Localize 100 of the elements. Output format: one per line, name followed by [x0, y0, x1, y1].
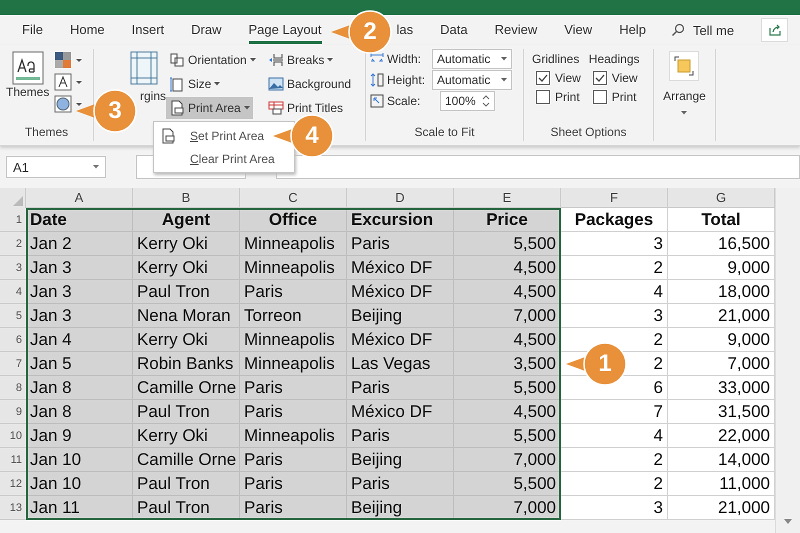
table-cell: 4,500: [454, 400, 561, 424]
table-cell: Paul Tron: [133, 400, 240, 424]
table-cell: Minneapolis: [240, 256, 347, 280]
effects-icon[interactable]: [53, 95, 84, 113]
table-cell: 2: [561, 448, 668, 472]
margins-icon[interactable]: [130, 51, 158, 85]
checkbox-label[interactable]: Print: [612, 90, 636, 104]
scroll-down-icon[interactable]: [783, 517, 793, 525]
table-cell: Date: [26, 208, 133, 232]
column-header[interactable]: A: [26, 188, 133, 208]
page-setup-button[interactable]: Orientation: [166, 49, 259, 71]
row-header[interactable]: 2: [0, 232, 26, 256]
group-label: Scale to Fit: [413, 124, 476, 139]
row-header[interactable]: 9: [0, 400, 26, 424]
table-cell: Jan 9: [26, 424, 133, 448]
scale-icon: [370, 94, 384, 108]
caret-icon: [214, 82, 220, 86]
row-header[interactable]: 13: [0, 496, 26, 520]
table-cell: 4: [561, 280, 668, 304]
table-cell: Jan 3: [26, 280, 133, 304]
name-box[interactable]: A1: [6, 156, 106, 178]
row-header[interactable]: 11: [0, 448, 26, 472]
caret-icon: [250, 58, 256, 62]
share-button[interactable]: [761, 18, 788, 42]
page-setup-button[interactable]: Size: [166, 73, 224, 95]
formula-field[interactable]: [276, 155, 800, 179]
field-label: Height:: [387, 73, 426, 87]
table-cell: Paul Tron: [133, 472, 240, 496]
table-cell: Jan 8: [26, 400, 133, 424]
table-cell: 21,000: [668, 304, 775, 328]
table-cell: 5,500: [454, 472, 561, 496]
checkbox[interactable]: [592, 90, 607, 104]
table-cell: 7,000: [454, 448, 561, 472]
ribbon-tab[interactable]: Insert: [132, 16, 164, 44]
table-cell: México DF: [347, 256, 454, 280]
table-cell: 11,000: [668, 472, 775, 496]
table-cell: Las Vegas: [347, 352, 454, 376]
caret-icon: [501, 57, 507, 61]
row-header[interactable]: 8: [0, 376, 26, 400]
table-cell: 18,000: [668, 280, 775, 304]
row-header[interactable]: 10: [0, 424, 26, 448]
table-cell: 9,000: [668, 256, 775, 280]
ribbon-tab[interactable]: Help: [619, 16, 646, 44]
table-cell: Paris: [240, 496, 347, 520]
table-cell: 31,500: [668, 400, 775, 424]
table-cell: 4: [561, 424, 668, 448]
column-header[interactable]: B: [133, 188, 240, 208]
table-cell: 16,500: [668, 232, 775, 256]
ribbon-tab[interactable]: Data: [440, 16, 468, 44]
column-header[interactable]: D: [347, 188, 454, 208]
page-setup-button[interactable]: Background: [265, 73, 354, 95]
margins-button[interactable]: rgins: [140, 89, 166, 103]
table-cell: 2: [561, 472, 668, 496]
table-cell: Jan 2: [26, 232, 133, 256]
table-cell: 3: [561, 496, 668, 520]
table-cell: Jan 11: [26, 496, 133, 520]
ribbon-tab[interactable]: File: [22, 16, 43, 44]
row-header[interactable]: 7: [0, 352, 26, 376]
table-cell: 9,000: [668, 328, 775, 352]
column-header[interactable]: E: [454, 188, 561, 208]
menu-item[interactable]: Set Print Area: [154, 124, 270, 147]
column-header[interactable]: C: [240, 188, 347, 208]
ribbon-tab[interactable]: Review: [494, 16, 538, 44]
scale-field[interactable]: 100%: [440, 91, 495, 111]
themes-button[interactable]: Themes: [4, 49, 52, 107]
table-cell: Paul Tron: [133, 496, 240, 520]
ribbon-tab[interactable]: Home: [70, 16, 105, 44]
table-cell: Robin Banks: [133, 352, 240, 376]
ribbon-tab[interactable]: Draw: [191, 16, 222, 44]
checkbox-label[interactable]: View: [612, 71, 638, 85]
row-header[interactable]: 3: [0, 256, 26, 280]
checkbox[interactable]: [536, 90, 550, 104]
checkbox-label[interactable]: Print: [555, 90, 580, 104]
ribbon-tab[interactable]: las: [396, 16, 414, 44]
table-cell: Paris: [347, 472, 454, 496]
table-cell: 21,000: [668, 496, 775, 520]
scale-field[interactable]: Automatic: [432, 70, 512, 90]
table-cell: Jan 5: [26, 352, 133, 376]
checkbox-label[interactable]: View: [555, 71, 581, 85]
table-cell: Beijing: [347, 448, 454, 472]
table-cell: Kerry Oki: [133, 328, 240, 352]
colors-icon[interactable]: [53, 51, 84, 69]
ribbon-tab[interactable]: View: [564, 16, 592, 44]
arrange-button[interactable]: Arrange: [661, 49, 708, 117]
checkbox[interactable]: [536, 71, 550, 85]
fonts-icon[interactable]: [53, 73, 84, 91]
table-cell: Jan 3: [26, 256, 133, 280]
scale-field[interactable]: Automatic: [432, 49, 512, 69]
option-heading: Headings: [588, 51, 640, 66]
table-cell: Jan 10: [26, 448, 133, 472]
row-header[interactable]: 1: [0, 208, 26, 232]
row-header[interactable]: 4: [0, 280, 26, 304]
row-header[interactable]: 6: [0, 328, 26, 352]
page-setup-button[interactable]: Print Area: [166, 97, 253, 119]
row-header[interactable]: 5: [0, 304, 26, 328]
row-header[interactable]: 12: [0, 472, 26, 496]
table-cell: México DF: [347, 280, 454, 304]
tell-me-field[interactable]: Tell me: [670, 18, 734, 42]
checkbox[interactable]: [592, 71, 607, 85]
spinner-icon[interactable]: [482, 94, 490, 108]
